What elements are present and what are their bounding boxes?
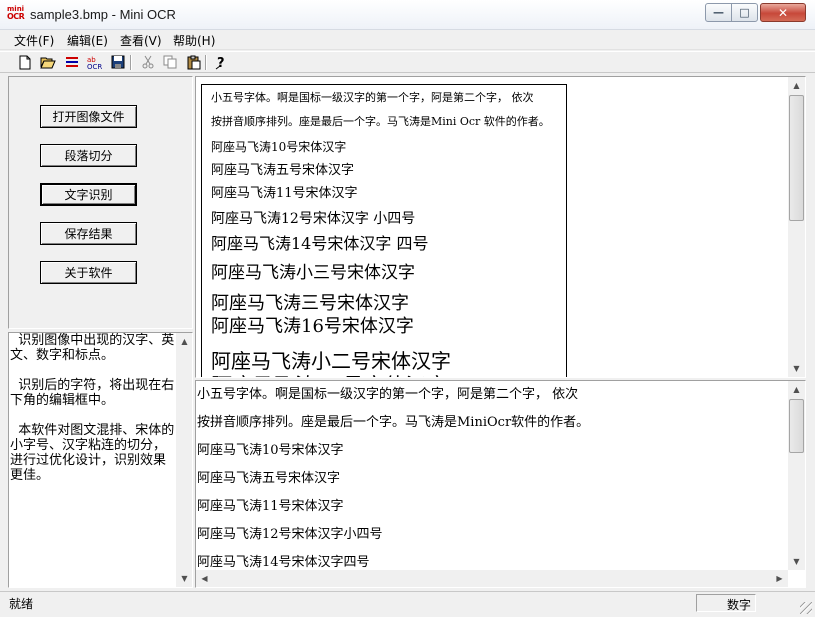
close-button[interactable]: ✕	[760, 3, 806, 22]
paste-button[interactable]	[185, 54, 202, 70]
image-line: 阿座马飞涛11号宋体汉字	[211, 186, 358, 201]
minimize-icon: —	[713, 6, 724, 19]
info-vertical-scrollbar[interactable]: ▲ ▼	[176, 333, 192, 587]
scroll-left-arrow-icon[interactable]: ◀	[196, 570, 213, 587]
help-icon: ?	[215, 56, 224, 70]
info-text: 识别图像中出现的汉字、英文、数字和标点。 识别后的字符，将出现在右下角的编辑框中…	[10, 333, 175, 483]
result-line[interactable]: 阿座马飞涛12号宋体汉字小四号	[197, 523, 383, 542]
scroll-down-arrow-icon[interactable]: ▼	[788, 360, 805, 377]
result-line[interactable]: 阿座马飞涛14号宋体汉字四号	[197, 551, 370, 570]
menu-bar: 文件(F) 编辑(E) 查看(V) 帮助(H)	[0, 30, 815, 50]
scroll-up-arrow-icon[interactable]: ▲	[788, 77, 805, 94]
segment-paragraph-button[interactable]: 段落切分	[40, 144, 137, 167]
help-button[interactable]: ?	[213, 54, 230, 70]
toolbar-separator	[205, 55, 207, 70]
logo-line2: OCR	[7, 12, 25, 21]
menu-view[interactable]: 查看(V)	[120, 32, 162, 49]
image-vertical-scrollbar[interactable]: ▲ ▼	[788, 77, 805, 377]
result-vertical-scrollbar[interactable]: ▲ ▼	[788, 381, 805, 570]
save-button[interactable]	[109, 54, 126, 70]
image-line: 阿座马飞涛10号宋体汉字	[211, 140, 347, 154]
image-line: 阿座马飞涛16号宋体汉字	[211, 316, 414, 337]
segment-icon	[65, 57, 78, 67]
info-panel: 识别图像中出现的汉字、英文、数字和标点。 识别后的字符，将出现在右下角的编辑框中…	[8, 332, 193, 588]
result-editor[interactable]: 小五号字体。啊是国标一级汉字的第一个字，阿是第二个字， 依次 按拼音顺序排列。座…	[195, 380, 806, 588]
image-line: 阿座马飞涛五号宋体汉字	[211, 163, 355, 178]
status-bar: 就绪 数字	[0, 591, 815, 617]
recognize-text-button[interactable]: 文字识别	[40, 183, 137, 206]
open-image-button[interactable]: 打开图像文件	[40, 105, 137, 128]
about-button[interactable]: 关于软件	[40, 261, 137, 284]
scroll-thumb[interactable]	[789, 95, 804, 221]
image-line: 按拼音顺序排列。座是最后一个字。马飞涛是Mini Ocr 软件的作者。	[211, 115, 550, 128]
image-line: 阿座马飞涛12号宋体汉字 小四号	[211, 211, 416, 227]
input-mode-indicator: 数字	[696, 594, 756, 612]
open-folder-icon	[39, 57, 56, 69]
recognize-button[interactable]: ab OCR	[86, 54, 103, 70]
result-line[interactable]: 阿座马飞涛五号宋体汉字	[197, 467, 340, 486]
image-line: 小五号字体。啊是国标一级汉字的第一个字，阿是第二个字， 依次	[211, 91, 534, 104]
toolbar-separator	[130, 55, 132, 70]
image-line: 阿座马飞涛14号宋体汉字 四号	[211, 234, 429, 253]
scanned-page: 小五号字体。啊是国标一级汉字的第一个字，阿是第二个字， 依次 按拼音顺序排列。座…	[201, 84, 567, 377]
window-title: sample3.bmp - Mini OCR	[30, 7, 176, 22]
copy-icon	[163, 55, 177, 69]
menu-edit[interactable]: 编辑(E)	[67, 32, 108, 49]
image-line: 阿座马飞涛18号宋体汉字	[211, 370, 448, 377]
resize-grip-icon[interactable]	[800, 602, 812, 614]
status-text: 就绪	[9, 597, 34, 611]
image-line: 阿座马飞涛小三号宋体汉字	[211, 263, 415, 283]
scroll-up-arrow-icon[interactable]: ▲	[788, 381, 805, 398]
maximize-button[interactable]: □	[731, 3, 758, 22]
title-bar: mini OCR sample3.bmp - Mini OCR — □ ✕	[0, 0, 815, 30]
cut-button[interactable]	[139, 54, 156, 70]
result-line[interactable]: 小五号字体。啊是国标一级汉字的第一个字，阿是第二个字， 依次	[197, 383, 578, 402]
scroll-down-arrow-icon[interactable]: ▼	[788, 553, 805, 570]
menu-file[interactable]: 文件(F)	[14, 32, 54, 49]
menu-help[interactable]: 帮助(H)	[173, 32, 215, 49]
save-icon	[111, 55, 124, 69]
scroll-down-arrow-icon[interactable]: ▼	[176, 570, 192, 587]
open-button[interactable]	[39, 54, 56, 70]
copy-button[interactable]	[162, 54, 179, 70]
paste-icon	[187, 55, 200, 69]
result-line[interactable]: 按拼音顺序排列。座是最后一个字。马飞涛是MiniOcr软件的作者。	[197, 411, 589, 430]
minimize-button[interactable]: —	[705, 3, 732, 22]
new-file-icon	[19, 55, 30, 69]
image-preview: 小五号字体。啊是国标一级汉字的第一个字，阿是第二个字， 依次 按拼音顺序排列。座…	[195, 76, 806, 378]
scroll-up-arrow-icon[interactable]: ▲	[176, 333, 192, 350]
maximize-icon: □	[739, 6, 750, 19]
result-line[interactable]: 阿座马飞涛11号宋体汉字	[197, 495, 344, 514]
scroll-right-arrow-icon[interactable]: ▶	[771, 570, 788, 587]
cut-icon	[142, 55, 153, 69]
close-icon: ✕	[777, 5, 789, 20]
svg-text:OCR: OCR	[87, 63, 102, 70]
toolbar: ab OCR ?	[0, 51, 815, 73]
ocr-icon: abOCR	[87, 56, 102, 70]
segment-button[interactable]	[63, 54, 80, 70]
command-panel: 打开图像文件 段落切分 文字识别 保存结果 关于软件	[8, 76, 193, 329]
save-result-button[interactable]: 保存结果	[40, 222, 137, 245]
result-line[interactable]: 阿座马飞涛10号宋体汉字	[197, 439, 344, 458]
new-file-button[interactable]	[16, 54, 33, 70]
app-logo-icon: mini OCR	[7, 5, 25, 24]
result-horizontal-scrollbar[interactable]: ◀ ▶	[196, 570, 788, 587]
scroll-thumb[interactable]	[789, 399, 804, 453]
